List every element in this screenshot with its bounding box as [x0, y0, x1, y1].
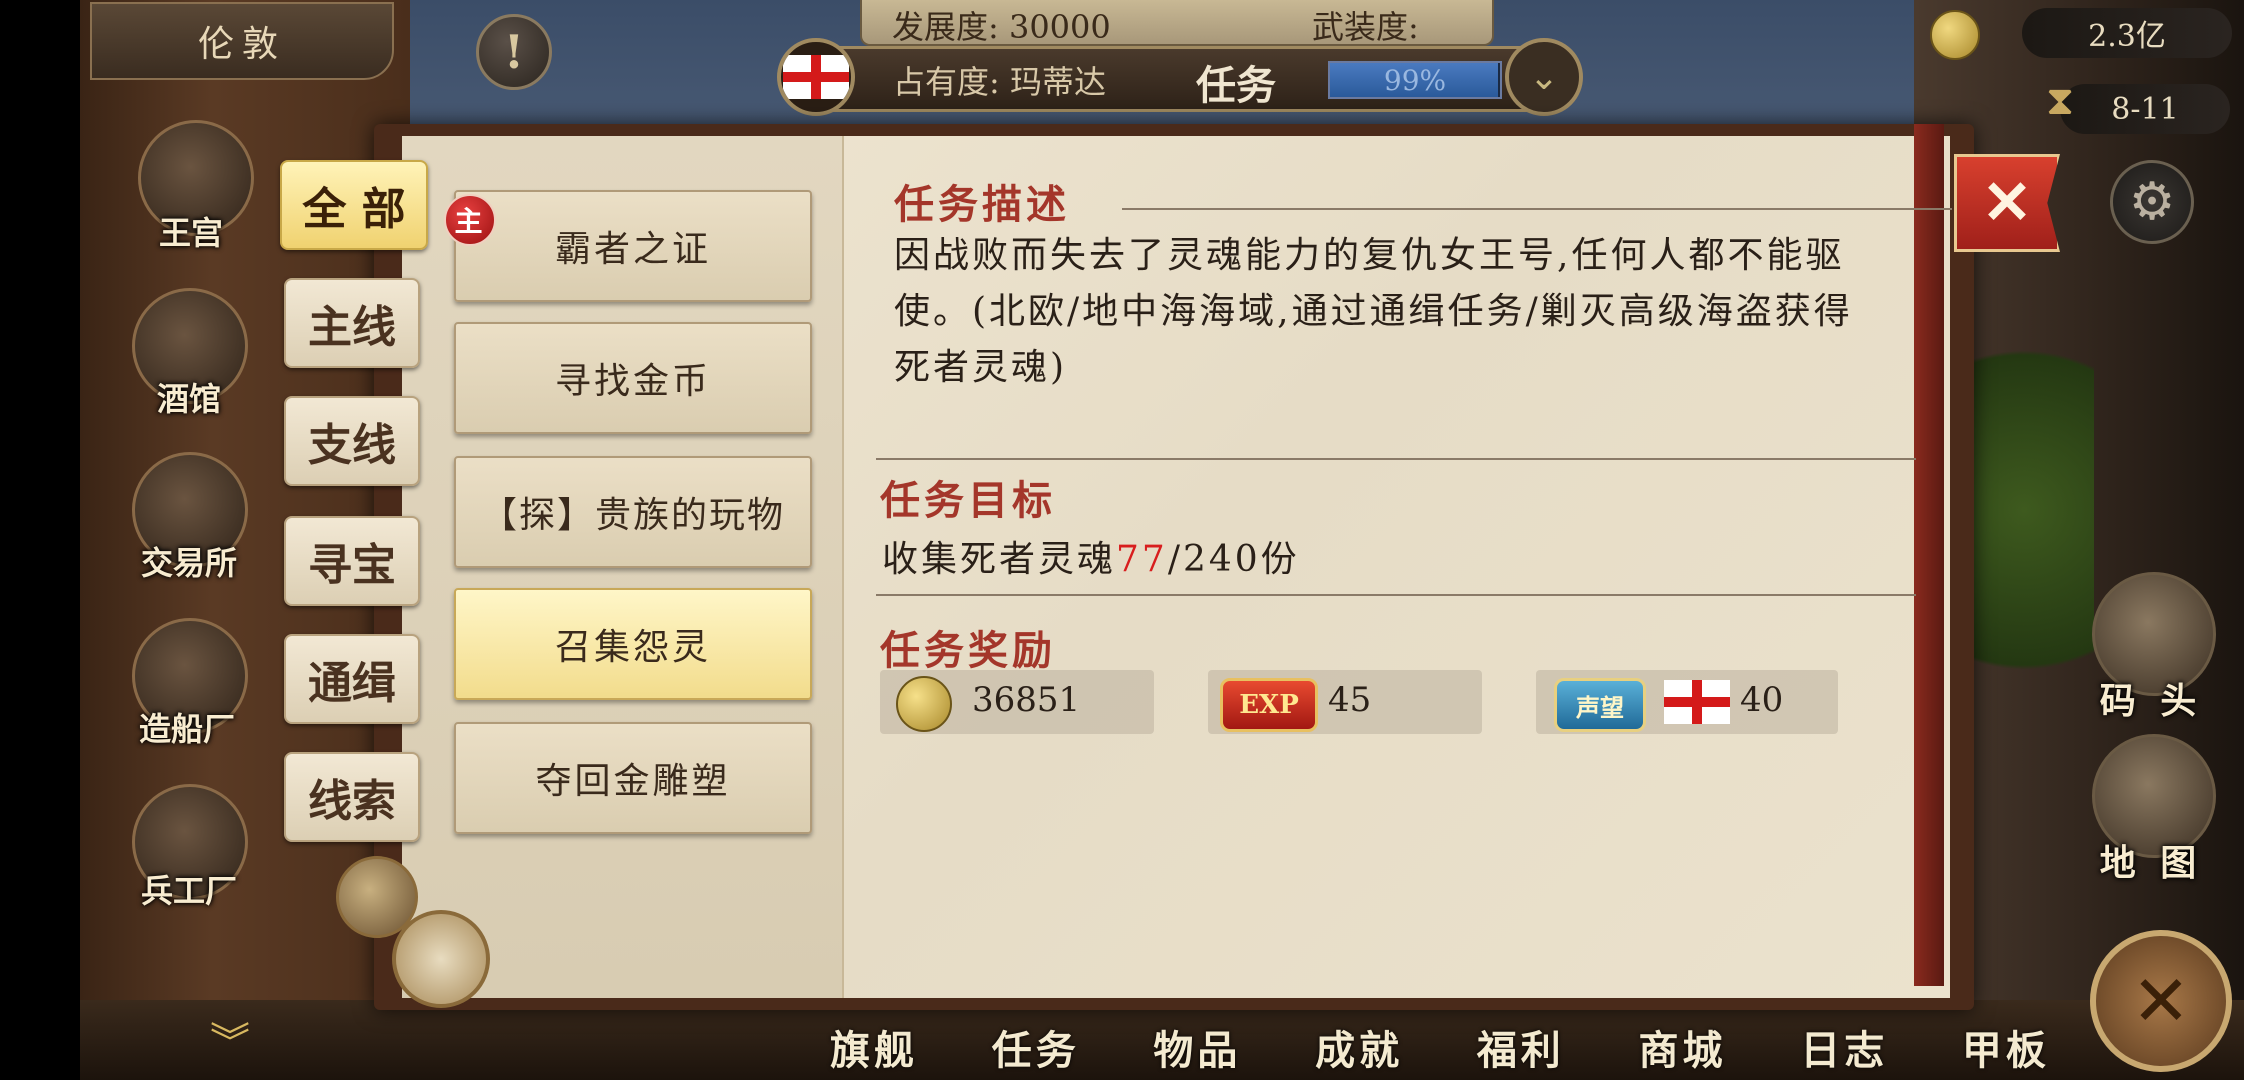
quest-item[interactable]: 主 霸者之证	[444, 190, 812, 302]
reputation-badge-icon: 声望	[1554, 678, 1646, 732]
close-icon[interactable]: ✕	[1954, 154, 2060, 252]
building-label-arsenal[interactable]: 兵工厂	[124, 866, 254, 912]
compass-icon[interactable]	[392, 910, 490, 1008]
gear-icon[interactable]: ⚙	[2110, 160, 2194, 244]
stats-bar: 发展度: 30000 武装度: 30000	[860, 0, 1494, 86]
time-resource[interactable]: 8-11	[2060, 84, 2230, 134]
menu-deck[interactable]: 甲板	[1962, 1018, 2050, 1078]
panel-title: 任务	[1196, 62, 1276, 109]
map-label[interactable]: 地 图	[2086, 834, 2216, 886]
building-label-palace[interactable]: 王宫	[126, 208, 256, 254]
goal-current: 77	[1116, 539, 1168, 580]
quest-item[interactable]: 夺回金雕塑	[454, 722, 812, 834]
building-label-exchange[interactable]: 交易所	[124, 538, 254, 584]
england-flag-icon	[1664, 680, 1730, 724]
quest-item[interactable]: 【探】贵族的玩物	[454, 456, 812, 568]
gold-coin-icon	[1930, 10, 1980, 60]
top-status-banner: 发展度: 30000 武装度: 30000 占有度: 玛蒂达 任务 99% ⌄	[765, 0, 1585, 116]
bottom-menu: 旗舰 任务 物品 成就 福利 商城 日志 甲板	[830, 1018, 2050, 1078]
panel-right-border	[1914, 124, 1944, 986]
menu-quests[interactable]: 任务	[992, 1018, 1080, 1078]
goal-prefix: 收集死者灵魂	[882, 539, 1117, 580]
goal-suffix: /240份	[1167, 539, 1300, 580]
reward-reputation: 声望 40	[1536, 670, 1838, 734]
quest-item[interactable]: 寻找金币	[454, 322, 812, 434]
gold-amount: 2.3亿	[2088, 19, 2166, 54]
coin-icon	[896, 676, 952, 732]
menu-shop[interactable]: 商城	[1639, 1018, 1727, 1078]
menu-achievements[interactable]: 成就	[1315, 1018, 1403, 1078]
description-title: 任务描述	[894, 181, 1070, 228]
menu-flagship[interactable]: 旗舰	[830, 1018, 918, 1078]
dock-label[interactable]: 码 头	[2086, 672, 2216, 724]
menu-log[interactable]: 日志	[1800, 1018, 1888, 1078]
reward-reputation-value: 40	[1740, 680, 1784, 720]
city-name-tag[interactable]: 伦敦	[90, 2, 394, 80]
nation-flag-button[interactable]	[777, 38, 855, 116]
tab-all[interactable]: 全 部	[280, 160, 428, 250]
occupancy-progress: 99%	[1328, 61, 1502, 99]
expand-chevron-icon[interactable]: ︾	[210, 1010, 250, 1068]
exp-badge-icon: EXP	[1220, 678, 1318, 732]
divider	[876, 594, 1916, 596]
reward-exp-value: 45	[1328, 680, 1372, 720]
progress-text: 99%	[1383, 63, 1447, 97]
quest-name: 霸者之证	[554, 229, 711, 270]
quest-name: 【探】贵族的玩物	[480, 495, 785, 536]
quest-goal: 收集死者灵魂77/240份	[882, 530, 1300, 582]
quest-name: 夺回金雕塑	[535, 761, 731, 802]
menu-items[interactable]: 物品	[1153, 1018, 1241, 1078]
occupancy-bar: 占有度: 玛蒂达 任务 99%	[815, 46, 1541, 112]
tab-side[interactable]: 支线	[284, 396, 420, 486]
crossed-swords-icon[interactable]: ✕	[2090, 930, 2232, 1072]
chevron-down-icon[interactable]: ⌄	[1505, 38, 1583, 116]
alert-icon[interactable]: !	[476, 14, 552, 90]
reward-title: 任务奖励	[880, 627, 1056, 674]
quest-name: 寻找金币	[554, 361, 711, 402]
occupancy-label: 占有度: 玛蒂达	[893, 63, 1106, 101]
tab-clues[interactable]: 线索	[284, 752, 420, 842]
reward-exp: EXP 45	[1208, 670, 1482, 734]
hourglass-icon: ⧗	[2046, 78, 2075, 124]
building-label-tavern[interactable]: 酒馆	[124, 374, 254, 420]
reward-gold-value: 36851	[972, 680, 1081, 720]
building-label-shipyard[interactable]: 造船厂	[122, 704, 252, 750]
england-flag-icon	[783, 55, 849, 99]
gold-resource[interactable]: 2.3亿	[2022, 8, 2232, 58]
time-value: 8-11	[2111, 91, 2179, 127]
tab-wanted[interactable]: 通缉	[284, 634, 420, 724]
quest-name: 召集怨灵	[554, 627, 711, 668]
quest-description: 因战败而失去了灵魂能力的复仇女王号,任何人都不能驱使。(北欧/地中海海域,通过通…	[894, 235, 1853, 388]
goal-title: 任务目标	[880, 477, 1056, 524]
divider	[1122, 208, 1952, 210]
quest-item-selected[interactable]: 召集怨灵	[454, 588, 812, 700]
menu-welfare[interactable]: 福利	[1477, 1018, 1565, 1078]
background-tree	[1954, 300, 2094, 720]
reward-gold: 36851	[880, 670, 1154, 734]
letterbox-left	[0, 0, 80, 1080]
main-quest-badge: 主	[444, 194, 496, 246]
divider	[876, 458, 1916, 460]
tab-treasure[interactable]: 寻宝	[284, 516, 420, 606]
tab-main[interactable]: 主线	[284, 278, 420, 368]
development-stat: 发展度: 30000	[892, 8, 1111, 46]
